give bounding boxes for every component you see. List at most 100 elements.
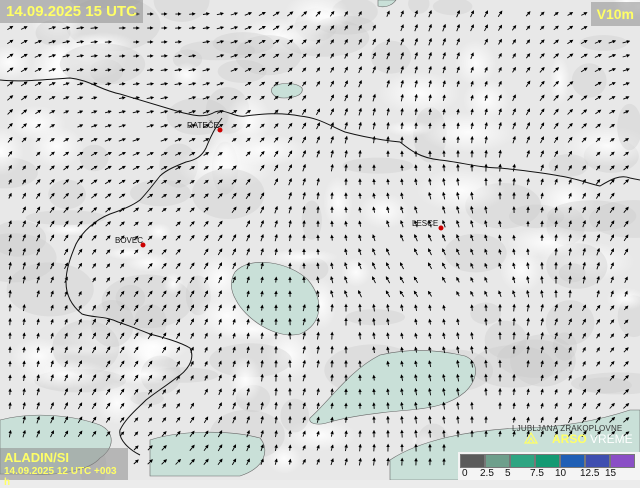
wind-arrow bbox=[120, 70, 125, 71]
wind-arrow bbox=[346, 417, 347, 422]
wind-arrow bbox=[133, 70, 139, 71]
legend-tick-label: 7.5 bbox=[530, 468, 544, 479]
wind-arrow bbox=[304, 221, 305, 227]
legend-tick-label: 2.5 bbox=[480, 468, 494, 479]
brand-vreme: VREME bbox=[590, 432, 633, 446]
wind-arrow bbox=[430, 165, 431, 171]
model-run-info: 14.09.2025 12 UTC +003 h bbox=[4, 466, 124, 488]
relief-shape bbox=[302, 201, 322, 240]
legend-bin bbox=[485, 454, 510, 468]
legend-bin bbox=[535, 454, 560, 468]
wind-arrow bbox=[374, 376, 375, 381]
legend-tick-label: 5 bbox=[505, 468, 511, 479]
wind-arrow bbox=[430, 431, 431, 438]
relief-shape bbox=[341, 258, 371, 287]
wind-arrow bbox=[105, 56, 111, 57]
relief-shape bbox=[16, 359, 110, 389]
wind-arrow bbox=[276, 277, 277, 282]
city-marker-lesce bbox=[439, 226, 444, 231]
legend-tick-label: 10 bbox=[555, 468, 566, 479]
wind-arrow bbox=[444, 165, 445, 171]
wind-arrow bbox=[514, 403, 515, 409]
wind-arrow bbox=[458, 417, 459, 424]
relief-shape bbox=[96, 382, 139, 425]
wind-arrow bbox=[514, 179, 515, 186]
legend-bin bbox=[560, 454, 585, 468]
relief-shape bbox=[116, 285, 146, 311]
relief-shape bbox=[547, 200, 636, 231]
wind-arrow bbox=[472, 137, 473, 143]
wind-arrow bbox=[262, 319, 263, 325]
relief-shape bbox=[378, 72, 461, 115]
wind-arrow bbox=[486, 319, 487, 326]
wind-arrow bbox=[514, 389, 515, 395]
relief-shape bbox=[171, 62, 202, 87]
legend-tick-label: 12.5 bbox=[580, 468, 599, 479]
wind-arrow bbox=[486, 361, 487, 368]
shade-area-south2 bbox=[150, 432, 265, 476]
city-label-lesce: LESCE bbox=[412, 219, 438, 228]
brand-arso: ARSO bbox=[552, 432, 587, 446]
relief-shape bbox=[106, 247, 151, 260]
relief-shape bbox=[7, 262, 94, 316]
wind-arrow bbox=[290, 333, 291, 340]
relief-shape bbox=[417, 168, 507, 212]
wind-arrow bbox=[360, 333, 361, 340]
legend-bin bbox=[585, 454, 610, 468]
relief-shape bbox=[343, 158, 413, 174]
wind-arrow bbox=[262, 333, 263, 339]
model-info: ALADIN/SI 14.09.2025 12 UTC +003 h bbox=[0, 448, 128, 480]
wind-arrow bbox=[332, 235, 333, 240]
relief-shape bbox=[80, 145, 109, 171]
wind-arrow bbox=[346, 165, 347, 171]
wind-arrow bbox=[500, 431, 501, 436]
relief-shape bbox=[506, 227, 590, 257]
legend-bin bbox=[510, 454, 535, 468]
legend-bin bbox=[460, 454, 485, 468]
wind-arrow bbox=[332, 305, 333, 312]
wind-arrow bbox=[570, 277, 571, 284]
model-name: ALADIN/SI bbox=[4, 450, 124, 465]
relief-shape bbox=[371, 41, 411, 74]
wind-arrow bbox=[514, 305, 515, 312]
wind-arrow bbox=[388, 179, 389, 184]
wind-arrow bbox=[514, 236, 515, 241]
wind-arrow bbox=[542, 277, 543, 284]
wind-arrow bbox=[374, 389, 375, 394]
wind-arrow bbox=[486, 151, 487, 158]
relief-shape bbox=[346, 309, 405, 325]
wind-arrow bbox=[360, 151, 361, 157]
wind-arrow bbox=[458, 123, 459, 129]
wind-arrow bbox=[486, 347, 487, 354]
wind-arrow bbox=[402, 417, 403, 424]
wind-arrow bbox=[416, 165, 417, 171]
branding: LJUBLJANA ZRAKOPLOVNE ARSO VREME bbox=[512, 424, 638, 450]
wind-map: RATEČE BOVEC LESCE bbox=[0, 0, 640, 480]
arso-logo-icon bbox=[524, 432, 538, 444]
legend-color-bins bbox=[460, 454, 635, 468]
wind-arrow bbox=[10, 291, 11, 298]
relief-shape bbox=[445, 234, 507, 273]
wind-arrow bbox=[147, 70, 153, 71]
legend-tick-label: 15 bbox=[605, 468, 616, 479]
legend-tick-label: 0 bbox=[462, 468, 468, 479]
wind-arrow bbox=[332, 375, 333, 381]
relief-shape bbox=[550, 56, 570, 105]
valid-time-label: 14.09.2025 15 UTC bbox=[0, 0, 143, 23]
variable-label: V10m bbox=[591, 2, 640, 26]
legend-bin bbox=[610, 454, 635, 468]
relief-shape bbox=[421, 112, 515, 152]
wind-speed-legend: 0 2.5 5 7.5 10 12.5 15 bbox=[458, 452, 640, 480]
relief-shape bbox=[192, 169, 265, 219]
wind-arrow bbox=[24, 348, 25, 353]
wind-arrow bbox=[91, 28, 98, 29]
wind-arrow bbox=[528, 249, 529, 255]
wind-arrow bbox=[189, 14, 195, 15]
relief-shape bbox=[580, 35, 628, 51]
relief-shape bbox=[572, 63, 607, 97]
wind-arrow bbox=[262, 347, 263, 353]
wind-arrow bbox=[332, 389, 333, 395]
wind-arrow bbox=[189, 28, 195, 29]
city-label-ratece: RATEČE bbox=[187, 121, 219, 130]
wind-arrow bbox=[388, 403, 389, 409]
